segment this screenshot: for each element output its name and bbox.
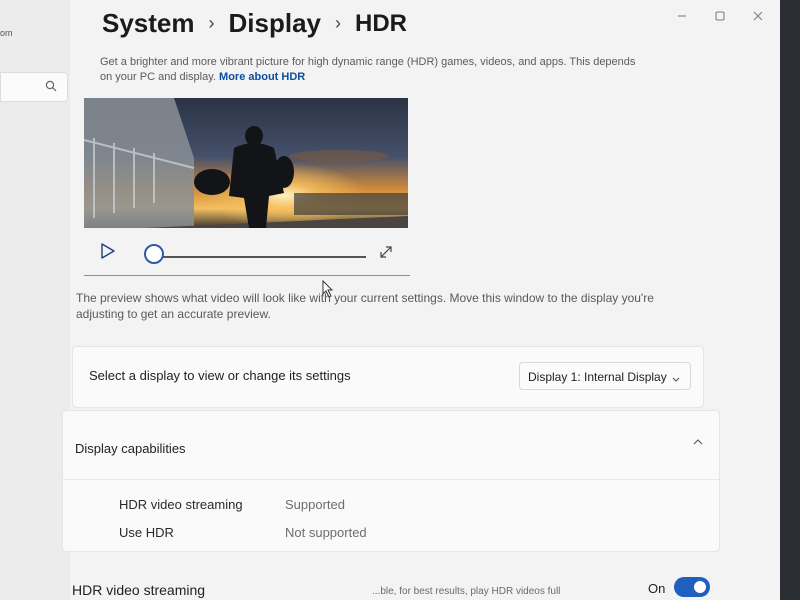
toggle-knob xyxy=(694,581,706,593)
search-icon[interactable] xyxy=(45,80,57,92)
expand-icon[interactable] xyxy=(378,244,394,265)
hdr-preview-video xyxy=(84,98,408,228)
hdr-streaming-description: ...ble, for best results, play HDR video… xyxy=(372,586,561,597)
minimize-icon[interactable] xyxy=(674,8,690,24)
chevron-up-icon[interactable] xyxy=(693,433,703,451)
divider xyxy=(84,275,410,276)
sidebar: om xyxy=(0,0,70,600)
video-progress-thumb[interactable] xyxy=(144,244,164,264)
more-about-hdr-link[interactable]: More about HDR xyxy=(219,71,305,83)
video-progress-track[interactable] xyxy=(162,256,366,258)
display-dropdown[interactable]: Display 1: Internal Display xyxy=(519,362,691,390)
hdr-streaming-toggle[interactable] xyxy=(674,577,710,597)
capability-value: Not supported xyxy=(285,525,367,540)
display-select-label: Select a display to view or change its s… xyxy=(89,368,351,383)
chevron-right-icon: › xyxy=(335,13,341,33)
window-controls xyxy=(674,8,766,24)
sidebar-search-box[interactable] xyxy=(0,72,68,102)
toggle-state-label: On xyxy=(648,581,666,596)
capability-name: Use HDR xyxy=(119,525,174,540)
maximize-icon[interactable] xyxy=(712,8,728,24)
settings-window: om System › Display › HDR Get a brighter… xyxy=(0,0,780,600)
divider xyxy=(63,479,719,480)
main-content: System › Display › HDR Get a brighter an… xyxy=(62,0,780,600)
sidebar-partial-text: om xyxy=(0,28,13,38)
preview-image xyxy=(84,98,408,228)
mouse-cursor-icon xyxy=(322,279,334,303)
breadcrumb-system[interactable]: System xyxy=(102,8,195,39)
play-icon[interactable] xyxy=(100,242,116,265)
breadcrumb: System › Display › HDR xyxy=(102,8,407,39)
preview-note: The preview shows what video will look l… xyxy=(76,291,654,321)
breadcrumb-display[interactable]: Display xyxy=(229,8,322,39)
description-text: Get a brighter and more vibrant picture … xyxy=(100,56,636,83)
hdr-description: Get a brighter and more vibrant picture … xyxy=(100,55,650,85)
close-icon[interactable] xyxy=(750,8,766,24)
chevron-down-icon xyxy=(672,372,680,386)
page-title: HDR xyxy=(355,9,407,37)
capability-name: HDR video streaming xyxy=(119,497,243,512)
display-capabilities-header[interactable]: Display capabilities xyxy=(75,441,186,456)
video-controls xyxy=(84,236,410,276)
hdr-streaming-setting: HDR video streaming ...ble, for best res… xyxy=(72,577,712,600)
hdr-streaming-label: HDR video streaming xyxy=(72,582,206,598)
display-capabilities-card: Display capabilities HDR video streaming… xyxy=(62,410,720,552)
capability-value: Supported xyxy=(285,497,345,512)
display-select-card: Select a display to view or change its s… xyxy=(72,346,704,408)
display-dropdown-value: Display 1: Internal Display xyxy=(528,370,667,384)
chevron-right-icon: › xyxy=(208,13,215,33)
